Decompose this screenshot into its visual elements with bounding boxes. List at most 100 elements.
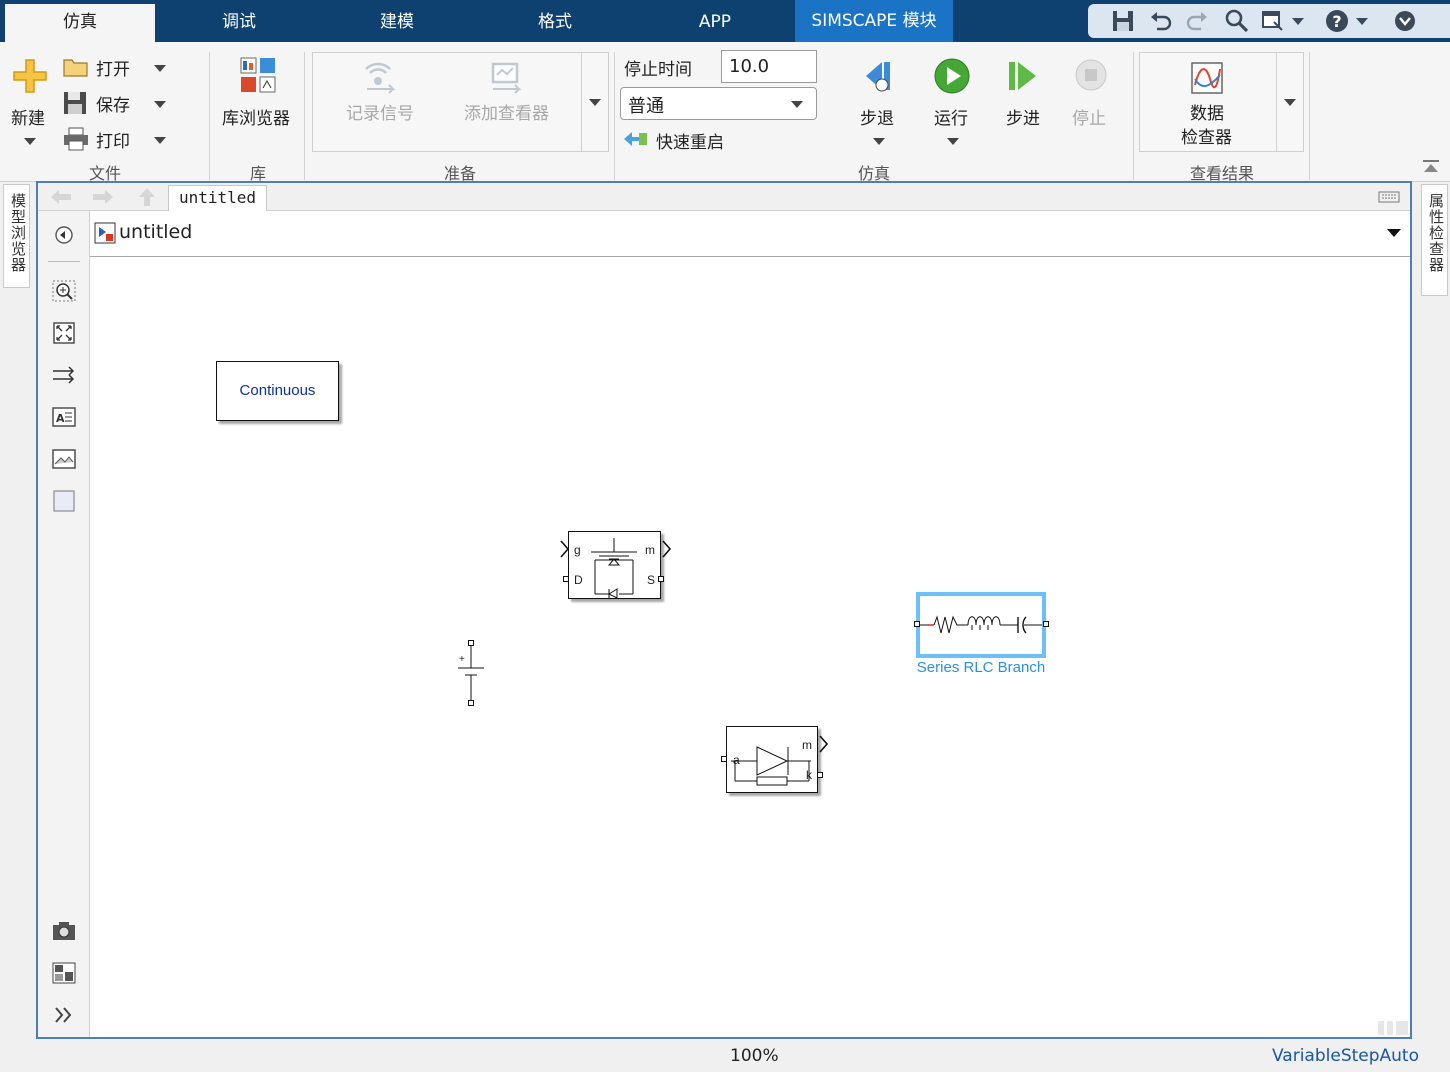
tab-modeling[interactable]: 建模 [318, 4, 476, 42]
run-icon[interactable] [934, 58, 970, 94]
collapse-toolstrip-icon[interactable] [1392, 8, 1418, 34]
expand-palette-icon[interactable] [51, 1003, 77, 1027]
log-signals-label[interactable]: 记录信号 [346, 99, 414, 124]
editor-header: untitled [38, 183, 1410, 211]
status-bar: 100% VariableStepAuto [0, 1040, 1450, 1072]
tab-simulation[interactable]: 仿真 [5, 4, 155, 42]
data-inspector-label-line2[interactable]: 检查器 [1181, 123, 1232, 148]
forward-arrow-icon[interactable] [92, 189, 114, 205]
model-address-bar[interactable]: untitled [90, 211, 1410, 257]
step-forward-label[interactable]: 步进 [1006, 104, 1040, 129]
gallery-expand-icon[interactable] [1284, 99, 1296, 106]
mosfet-port-m: m [645, 543, 655, 557]
resize-grip-icon[interactable] [1378, 1021, 1408, 1035]
fit-to-view-icon[interactable] [51, 321, 77, 345]
model-editor: untitled A untitled Continuous g m D S +… [36, 181, 1412, 1039]
mosfet-symbol [591, 538, 637, 598]
model-browser-tab[interactable]: 模型浏览器 [3, 184, 30, 288]
open-dropdown-icon[interactable] [154, 65, 166, 72]
signal-arrows-icon[interactable] [51, 363, 77, 387]
toolstrip-tabbar: 仿真 调试 建模 格式 APP SIMSCAPE 模块 ? [0, 0, 1450, 42]
save-dropdown-icon[interactable] [154, 101, 166, 108]
search-icon[interactable] [1224, 8, 1250, 34]
property-inspector-tab[interactable]: 属性检查器 [1421, 184, 1448, 296]
camera-icon[interactable] [51, 919, 77, 943]
diode-cathode-connector[interactable] [817, 772, 823, 778]
rlc-left-connector[interactable] [914, 621, 920, 627]
image-icon[interactable] [51, 447, 77, 471]
stop-icon[interactable] [1074, 58, 1108, 92]
zoom-area-icon[interactable] [51, 279, 77, 303]
help-dropdown-icon[interactable] [1356, 18, 1368, 25]
new-icon[interactable] [12, 58, 48, 94]
window-layout-icon[interactable] [1260, 8, 1286, 34]
step-back-label[interactable]: 步退 [860, 104, 894, 129]
add-viewer-icon[interactable] [489, 61, 525, 97]
hide-browser-icon[interactable] [51, 223, 77, 247]
address-dropdown-icon[interactable] [1386, 227, 1402, 239]
powergui-block[interactable]: Continuous [216, 361, 339, 421]
data-inspector-icon[interactable] [1190, 61, 1224, 95]
new-dropdown-icon[interactable] [24, 138, 36, 145]
print-dropdown-icon[interactable] [154, 137, 166, 144]
fast-restart-icon[interactable] [622, 129, 648, 149]
tab-untitled[interactable]: untitled [168, 185, 268, 211]
fast-restart-label[interactable]: 快速重启 [656, 128, 724, 153]
model-icon [94, 222, 116, 244]
help-icon[interactable]: ? [1324, 8, 1350, 34]
series-rlc-label[interactable]: Series RLC Branch [891, 659, 1071, 676]
open-button-label[interactable]: 打开 [96, 55, 130, 80]
mosfet-input-arrow [560, 540, 570, 558]
keyboard-icon[interactable] [1378, 191, 1400, 203]
mosfet-port-g: g [574, 543, 581, 557]
diode-anode-connector[interactable] [721, 756, 727, 762]
add-viewer-label[interactable]: 添加查看器 [464, 99, 549, 124]
stop-time-input[interactable]: 10.0 [721, 50, 817, 83]
gallery-expand-icon[interactable] [589, 99, 601, 106]
layout-dropdown-icon[interactable] [1292, 18, 1304, 25]
block-diagram-canvas[interactable]: Continuous g m D S + Series RLC Branch a… [90, 257, 1410, 1037]
collapse-ribbon-icon[interactable] [1421, 158, 1441, 176]
step-back-icon[interactable] [860, 58, 896, 94]
stop-label[interactable]: 停止 [1072, 104, 1106, 129]
run-dropdown-icon[interactable] [947, 138, 959, 145]
series-rlc-block[interactable] [920, 596, 1042, 654]
undo-icon[interactable] [1148, 8, 1174, 34]
simulation-mode-select[interactable]: 普通 [620, 87, 817, 120]
diode-block[interactable]: a m k [726, 726, 818, 793]
new-button-label[interactable]: 新建 [11, 104, 45, 129]
mosfet-block[interactable]: g m D S [568, 531, 661, 599]
save-button-label[interactable]: 保存 [96, 91, 130, 116]
run-label[interactable]: 运行 [934, 104, 968, 129]
redo-icon[interactable] [1184, 8, 1210, 34]
diode-symbol [731, 746, 811, 786]
solver-link[interactable]: VariableStepAuto [1272, 1046, 1419, 1066]
tab-apps[interactable]: APP [636, 4, 794, 42]
tab-format[interactable]: 格式 [476, 4, 634, 42]
dc-source-bottom-connector[interactable] [468, 700, 474, 706]
log-signals-icon[interactable] [363, 61, 399, 97]
tab-simscape-blocks[interactable]: SIMSCAPE 模块 [795, 0, 953, 42]
model-browser-label: 模型浏览器 [9, 193, 27, 273]
step-forward-icon[interactable] [1006, 58, 1042, 94]
block-diagram-palette: A [38, 211, 90, 1037]
step-back-dropdown-icon[interactable] [873, 138, 885, 145]
mosfet-port-source-connector[interactable] [658, 576, 664, 582]
svg-text:A: A [56, 412, 65, 425]
tab-debug[interactable]: 调试 [160, 4, 318, 42]
area-icon[interactable] [51, 489, 77, 513]
library-browser-label[interactable]: 库浏览器 [222, 104, 290, 129]
save-icon[interactable] [1110, 8, 1136, 34]
prepare-gallery: 记录信号 添加查看器 [312, 52, 609, 152]
data-inspector-label-line1[interactable]: 数据 [1190, 99, 1224, 124]
quick-access-toolbar: ? [1088, 4, 1450, 38]
back-arrow-icon[interactable] [50, 189, 72, 205]
annotation-icon[interactable]: A [51, 405, 77, 429]
mosfet-port-drain-connector[interactable] [563, 576, 569, 582]
up-arrow-icon[interactable] [138, 187, 156, 207]
model-data-icon[interactable] [51, 961, 77, 985]
library-browser-icon[interactable] [240, 57, 276, 93]
rlc-right-connector[interactable] [1043, 621, 1049, 627]
section-divider [614, 52, 615, 180]
print-button-label[interactable]: 打印 [96, 127, 130, 152]
